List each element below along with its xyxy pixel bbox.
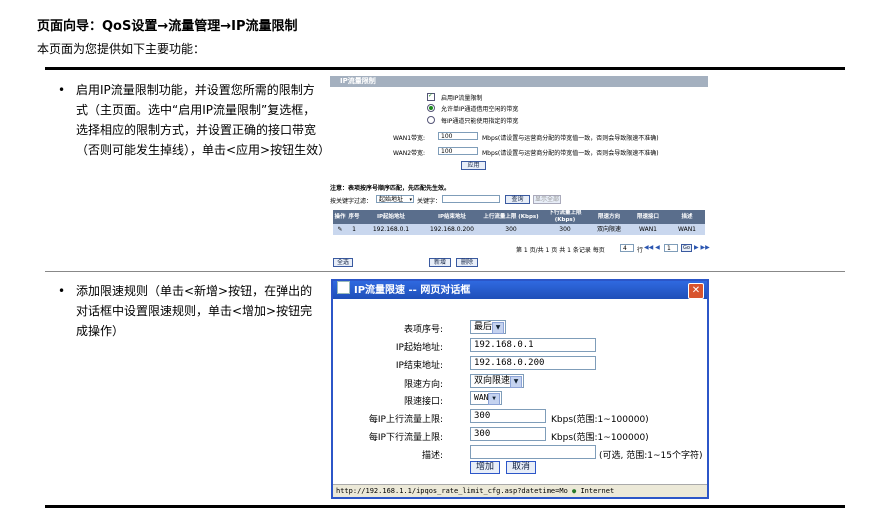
dialog-titlebar: IP流量限速 -- 网页对话框 (333, 281, 707, 299)
add-confirm-button[interactable]: 增加 (470, 461, 500, 474)
go-button[interactable]: Go (681, 244, 692, 252)
keyword-label: 关键字： (417, 198, 442, 205)
description-input[interactable] (470, 445, 596, 459)
row-direction: 双向限速 (596, 226, 621, 233)
divider-middle (45, 271, 845, 272)
index-select[interactable]: 最后 ▼ (470, 320, 506, 334)
feature-bullet-2: • 添加限速规则（单击<新增>按钮，在弹出的对话框中设置限速规则，单击<增加>按… (58, 281, 321, 341)
option-fixed-radio[interactable] (427, 116, 435, 124)
apply-button[interactable]: 应用 (461, 161, 486, 170)
feature-bullet-1: • 启用IP流量限制功能，并设置您所需的限制方式（主页面。选中“启用IP流量限制… (58, 80, 330, 160)
row-download: 300 (559, 226, 571, 233)
row-index: 1 (352, 226, 356, 233)
col-action: 操作 (334, 213, 346, 220)
chevron-down-icon: ▼ (510, 376, 522, 388)
col-direction: 限速方向 (597, 213, 620, 220)
col-interface: 限速接口 (636, 213, 659, 220)
chevron-down-icon: ▼ (488, 393, 500, 405)
delete-button[interactable]: 删除 (456, 258, 478, 267)
option-fixed-label: 每IP通道只能使用指定的带宽 (441, 118, 519, 125)
bullet-text: 启用IP流量限制功能，并设置您所需的限制方式（主页面。选中“启用IP流量限制”复… (76, 83, 331, 157)
col-description: 描述 (681, 213, 693, 220)
page-subtitle: 本页面为您提供如下主要功能： (37, 42, 206, 56)
page-title: 页面向导：QoS设置→流量管理→IP流量限制 (37, 19, 298, 34)
divider-bottom (45, 505, 845, 508)
option-borrow-label: 允许单IP通道借用空闲的带宽 (441, 106, 519, 113)
ie-page-icon (337, 281, 350, 294)
wan2-label: WAN2带宽: (393, 150, 426, 157)
panel-header: IP流量限制 (330, 76, 708, 87)
col-end-ip: IP结束地址 (437, 213, 467, 220)
start-ip-input[interactable]: 192.168.0.1 (470, 338, 596, 352)
globe-icon: ● (572, 487, 577, 495)
upload-limit-input[interactable]: 300 (470, 409, 546, 423)
table-row: ✎ 1 192.168.0.1 192.168.0.200 300 300 双向… (333, 224, 705, 235)
edit-icon[interactable]: ✎ (333, 224, 347, 235)
download-limit-label: 每IP下行流量上限: (368, 433, 443, 443)
status-bar: http://192.168.1.1/ipqos_rate_limit_cfg.… (333, 484, 707, 497)
wan2-input[interactable]: 100 (438, 147, 478, 155)
bullet-text: 添加限速规则（单击<新增>按钮，在弹出的对话框中设置限速规则，单击<增加>按钮完… (76, 284, 313, 338)
rate-limit-dialog: IP流量限速 -- 网页对话框 ✕ 表项序号: 最后 ▼ IP起始地址: 192.… (331, 279, 709, 499)
pager-info: 第 1 页/共 1 页 共 1 条记录 每页 (516, 247, 605, 254)
col-start-ip: IP起始地址 (376, 213, 406, 220)
ip-limit-main-screenshot: IP流量限制 ✓ 启用IP流量限制 允许单IP通道借用空闲的带宽 每IP通道只能… (330, 76, 710, 268)
description-hint: (可选, 范围:1~15个字符) (599, 451, 703, 461)
pager-rows-label: 行 (637, 247, 644, 254)
cancel-button[interactable]: 取消 (506, 461, 536, 474)
enable-label: 启用IP流量限制 (441, 95, 483, 102)
download-limit-hint: Kbps(范围:1~100000) (551, 433, 649, 443)
wan1-label: WAN1带宽: (393, 135, 426, 142)
row-description: WAN1 (677, 226, 696, 233)
option-borrow-radio[interactable] (427, 104, 435, 112)
divider-top (45, 67, 845, 70)
bullet-dot: • (58, 83, 66, 97)
end-ip-input[interactable]: 192.168.0.200 (470, 356, 596, 370)
row-end-ip: 192.168.0.200 (430, 226, 474, 233)
filter-label: 按关键字过滤： (330, 198, 373, 205)
select-all-button[interactable]: 全选 (333, 258, 353, 267)
download-limit-input[interactable]: 300 (470, 427, 546, 441)
upload-limit-label: 每IP上行流量上限: (368, 415, 443, 425)
interface-select[interactable]: WAN1 ▼ (470, 391, 502, 405)
chevron-down-icon: ▼ (492, 322, 504, 334)
row-start-ip: 192.168.0.1 (372, 226, 410, 233)
col-index: 序号 (348, 213, 360, 220)
pager-next-icon[interactable]: ▶ ▶▶ (694, 244, 710, 251)
enable-checkbox[interactable]: ✓ (427, 92, 435, 101)
description-label: 描述: (421, 451, 443, 461)
start-ip-label: IP起始地址: (395, 343, 443, 353)
rules-table-header: 操作 序号 IP起始地址 IP结束地址 上行流量上限 (Kbps) 下行流量上限… (333, 210, 705, 224)
upload-limit-hint: Kbps(范围:1~100000) (551, 415, 649, 425)
per-page-input[interactable]: 4 (620, 244, 634, 252)
wan2-hint: Mbps(请设置与运营商分配的带宽值一致，否则会导致限速不准确) (482, 150, 659, 157)
search-button[interactable]: 查询 (505, 195, 530, 204)
wan1-hint: Mbps(请设置与运营商分配的带宽值一致，否则会导致限速不准确) (482, 135, 659, 142)
direction-label: 限速方向: (403, 380, 443, 390)
status-url: http://192.168.1.1/ipqos_rate_limit_cfg.… (336, 487, 568, 495)
match-note: 注意：表项按序号顺序匹配，先匹配先生效。 (330, 185, 451, 192)
close-icon[interactable]: ✕ (688, 283, 704, 299)
row-upload: 300 (505, 226, 517, 233)
status-zone: Internet (580, 487, 615, 495)
page-number-input[interactable]: 1 (664, 244, 678, 252)
keyword-input[interactable] (442, 195, 500, 203)
filter-select[interactable]: 起始地址 ▾ (376, 195, 414, 203)
bullet-dot: • (58, 284, 66, 298)
row-interface: WAN1 (638, 226, 657, 233)
dialog-title: IP流量限速 -- 网页对话框 (354, 285, 471, 296)
interface-label: 限速接口: (403, 397, 443, 407)
index-label: 表项序号: (403, 325, 443, 335)
show-all-button[interactable]: 显示全部 (533, 195, 561, 204)
col-download: 下行流量上限 (Kbps) (548, 210, 582, 223)
end-ip-label: IP结束地址: (395, 361, 443, 371)
direction-select[interactable]: 双向限速 ▼ (470, 374, 524, 388)
pager-prev-icon[interactable]: ◀◀ ◀ (644, 244, 660, 251)
add-button[interactable]: 新增 (429, 258, 451, 267)
col-upload: 上行流量上限 (Kbps) (483, 213, 539, 220)
wan1-input[interactable]: 100 (438, 132, 478, 140)
